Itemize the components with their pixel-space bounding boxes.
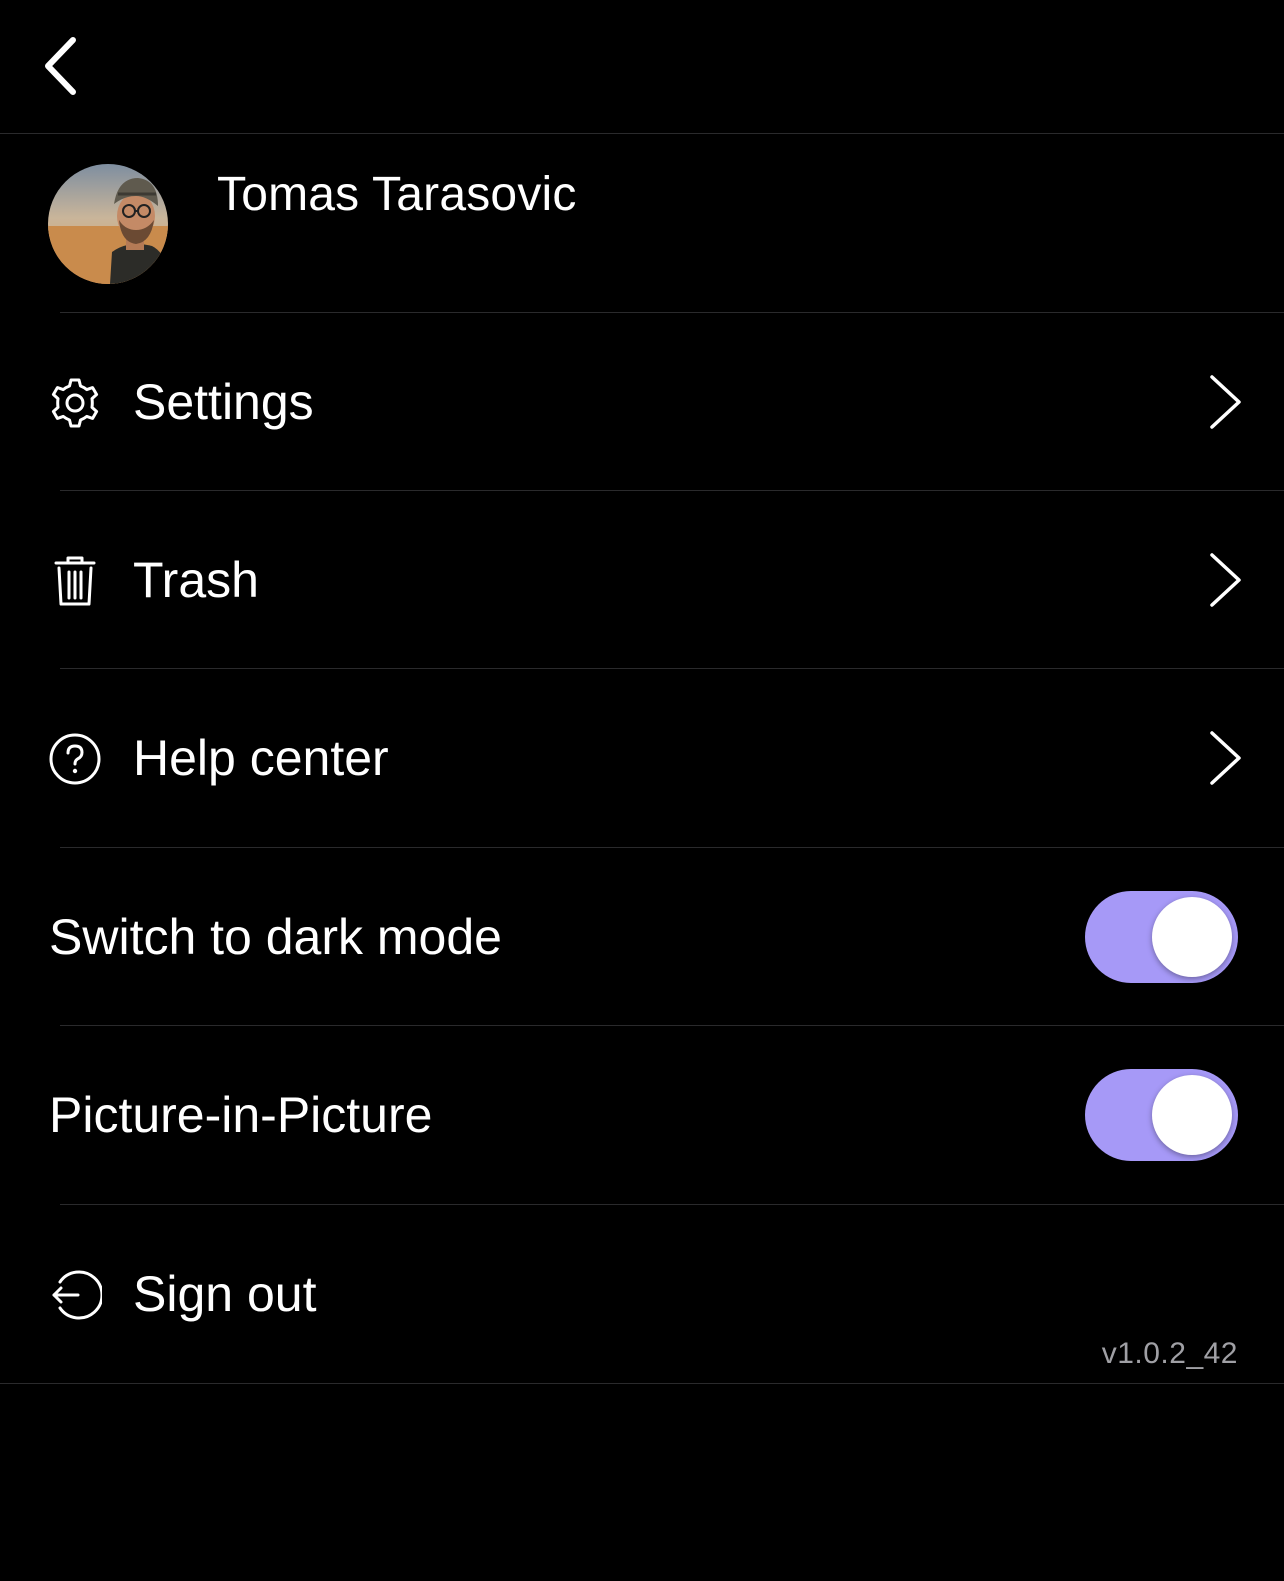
menu-item-settings[interactable]: Settings (0, 313, 1284, 490)
toggle-knob (1152, 897, 1232, 977)
menu-item-label: Help center (133, 730, 389, 786)
back-button[interactable] (30, 30, 90, 102)
menu-item-label: Trash (133, 552, 259, 608)
sign-out-button[interactable]: Sign out (0, 1205, 1284, 1382)
profile-header[interactable]: Tomas Tarasovic (0, 135, 1284, 313)
toggle-knob (1152, 1075, 1232, 1155)
trash-icon (48, 554, 102, 608)
top-bar (0, 0, 1284, 134)
chevron-right-icon (1210, 553, 1241, 607)
picture-in-picture-label: Picture-in-Picture (49, 1087, 433, 1143)
gear-icon (48, 376, 102, 430)
question-circle-icon (48, 732, 102, 786)
chevron-right-icon (1210, 731, 1241, 785)
divider (0, 1383, 1284, 1384)
menu-item-label: Settings (133, 374, 314, 430)
app-version: v1.0.2_42 (1101, 1337, 1238, 1370)
avatar[interactable] (48, 164, 168, 284)
picture-in-picture-row: Picture-in-Picture (0, 1026, 1284, 1203)
menu-item-help-center[interactable]: Help center (0, 669, 1284, 846)
profile-name: Tomas Tarasovic (217, 168, 577, 221)
avatar-photo (48, 164, 168, 284)
chevron-left-icon (45, 37, 76, 95)
picture-in-picture-toggle[interactable] (1085, 1069, 1238, 1161)
chevron-right-icon (1210, 375, 1241, 429)
sign-out-label: Sign out (133, 1266, 317, 1322)
profile-menu-screen: Tomas Tarasovic Settings Trash Help cent… (0, 0, 1284, 1581)
dark-mode-toggle[interactable] (1085, 891, 1238, 983)
dark-mode-row: Switch to dark mode (0, 848, 1284, 1025)
sign-out-icon (48, 1268, 102, 1322)
menu-item-trash[interactable]: Trash (0, 491, 1284, 668)
dark-mode-label: Switch to dark mode (49, 909, 502, 965)
